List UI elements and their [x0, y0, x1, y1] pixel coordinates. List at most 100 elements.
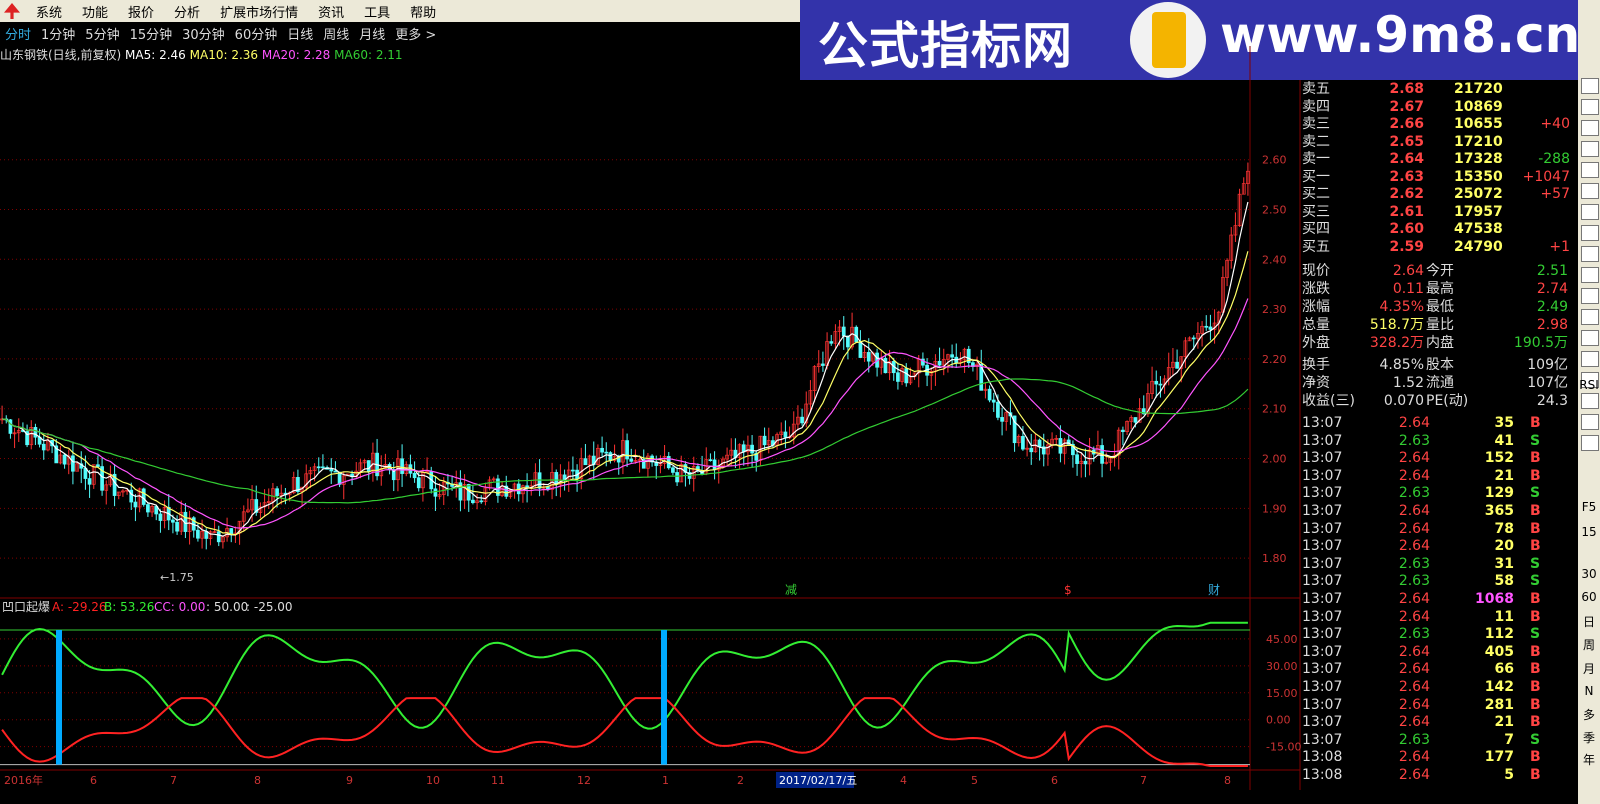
tool-icon-5[interactable]	[1581, 183, 1599, 199]
candle-body	[821, 363, 825, 366]
tick-price-5: 2.64	[1398, 503, 1430, 519]
tick-vol-8: 31	[1494, 555, 1514, 572]
stat-label2-2: 最低	[1426, 299, 1454, 315]
candle-body	[1037, 439, 1042, 448]
tick-vol-7: 20	[1494, 538, 1514, 555]
tick-dir-11: B	[1530, 608, 1541, 625]
side-tab-6[interactable]: 周	[1578, 636, 1600, 653]
stat2-label-0: 换手	[1302, 357, 1330, 373]
candle-body	[62, 454, 67, 465]
candle-body	[196, 529, 200, 539]
stat-val2-0: 2.51	[1536, 263, 1568, 279]
candle-body	[866, 352, 871, 362]
stat2-val2-0: 109亿	[1527, 357, 1568, 373]
side-tab-11[interactable]: 年	[1578, 751, 1600, 768]
tool-icon-7[interactable]	[1581, 225, 1599, 241]
tick-vol-12: 112	[1484, 626, 1514, 643]
indicator-label-3: : 50.00	[206, 600, 248, 614]
candle-body	[996, 401, 1000, 418]
tick-price-11: 2.64	[1398, 608, 1430, 625]
tick-dir-10: B	[1530, 591, 1541, 607]
tool-icon-1[interactable]	[1581, 99, 1599, 115]
tick-vol-19: 177	[1484, 749, 1514, 766]
candle-body	[604, 451, 609, 454]
tick-time-18: 13:07	[1302, 731, 1343, 748]
tick-price-3: 2.64	[1398, 467, 1430, 484]
tick-price-10: 2.64	[1398, 591, 1430, 607]
tick-time-2: 13:07	[1302, 450, 1343, 467]
tool-icon-9[interactable]	[1581, 267, 1599, 283]
tick-time-13: 13:07	[1302, 643, 1343, 660]
tool-icon-3[interactable]	[1581, 141, 1599, 157]
candle-body	[146, 504, 150, 513]
side-tab-1[interactable]: F5	[1578, 500, 1600, 514]
side-tab-0[interactable]: RSI	[1578, 378, 1600, 392]
ind-tick-0: 45.00	[1266, 633, 1298, 646]
book-price-6: 2.62	[1389, 186, 1424, 202]
stat-val-4: 328.2万	[1369, 335, 1424, 351]
book-label-5: 买一	[1302, 168, 1330, 185]
low-price-label: ←1.75	[160, 571, 194, 584]
tool-icon-8[interactable]	[1581, 246, 1599, 262]
stat-val-1: 0.11	[1392, 281, 1424, 297]
tick-price-15: 2.64	[1398, 679, 1430, 695]
tool-icon-17[interactable]	[1581, 435, 1599, 451]
tick-dir-7: B	[1530, 538, 1541, 555]
candle-body	[96, 464, 100, 467]
tick-price-8: 2.63	[1398, 555, 1430, 572]
book-price-5: 2.63	[1389, 168, 1424, 185]
date-label-7: 12	[577, 774, 591, 787]
stat-val2-4: 190.5万	[1513, 335, 1568, 351]
side-tab-4[interactable]: 60	[1578, 590, 1600, 604]
candle-body	[937, 360, 942, 366]
tick-dir-12: S	[1530, 626, 1541, 643]
side-tab-7[interactable]: 月	[1578, 660, 1600, 677]
book-price-1: 2.67	[1389, 98, 1424, 115]
tool-icon-16[interactable]	[1581, 414, 1599, 430]
tick-vol-18: 7	[1504, 731, 1514, 748]
stat-label-4: 外盘	[1302, 335, 1330, 351]
tool-icon-2[interactable]	[1581, 120, 1599, 136]
tool-icon-6[interactable]	[1581, 204, 1599, 220]
side-tab-8[interactable]: N	[1578, 684, 1600, 698]
tool-icon-11[interactable]	[1581, 309, 1599, 325]
candle-body	[1021, 436, 1025, 450]
tool-icon-10[interactable]	[1581, 288, 1599, 304]
tick-dir-5: B	[1530, 503, 1541, 519]
stat2-label-1: 净资	[1302, 375, 1330, 391]
tool-icon-13[interactable]	[1581, 351, 1599, 367]
candle-body	[896, 372, 900, 382]
book-vol-5: 15350	[1454, 168, 1503, 185]
indicator-label-1: B: 53.26	[104, 600, 154, 614]
side-tab-3[interactable]: 30	[1578, 567, 1600, 581]
side-tab-2[interactable]: 15	[1578, 525, 1600, 539]
price-tick-5: 2.10	[1262, 403, 1287, 416]
tool-icon-15[interactable]	[1581, 393, 1599, 409]
tick-vol-15: 142	[1484, 679, 1514, 695]
tick-price-17: 2.64	[1398, 714, 1430, 731]
tick-dir-8: S	[1530, 555, 1541, 572]
candle-body	[158, 513, 163, 521]
tick-vol-4: 129	[1484, 485, 1514, 502]
book-price-3: 2.65	[1389, 133, 1424, 150]
side-tab-9[interactable]: 多	[1578, 706, 1600, 723]
tick-dir-15: B	[1530, 679, 1541, 695]
price-tick-8: 1.80	[1262, 552, 1287, 565]
candle-body	[991, 399, 996, 403]
candle-body	[712, 459, 717, 471]
tool-icon-12[interactable]	[1581, 330, 1599, 346]
side-tab-5[interactable]: 日	[1578, 613, 1600, 630]
tick-time-10: 13:07	[1302, 591, 1343, 607]
side-tab-10[interactable]: 季	[1578, 729, 1600, 746]
date-label-13: 7	[1140, 774, 1147, 787]
tool-icon-4[interactable]	[1581, 162, 1599, 178]
tick-dir-9: S	[1530, 573, 1541, 590]
tool-icon-0[interactable]	[1581, 78, 1599, 94]
stat-val2-1: 2.74	[1536, 281, 1568, 297]
candle-body	[133, 501, 138, 508]
ind-tick-1: 30.00	[1266, 660, 1298, 673]
candle-body	[141, 488, 146, 505]
ind-tick-4: -15.00	[1266, 741, 1301, 754]
book-label-0: 卖五	[1302, 81, 1330, 97]
candle-body	[583, 458, 588, 466]
